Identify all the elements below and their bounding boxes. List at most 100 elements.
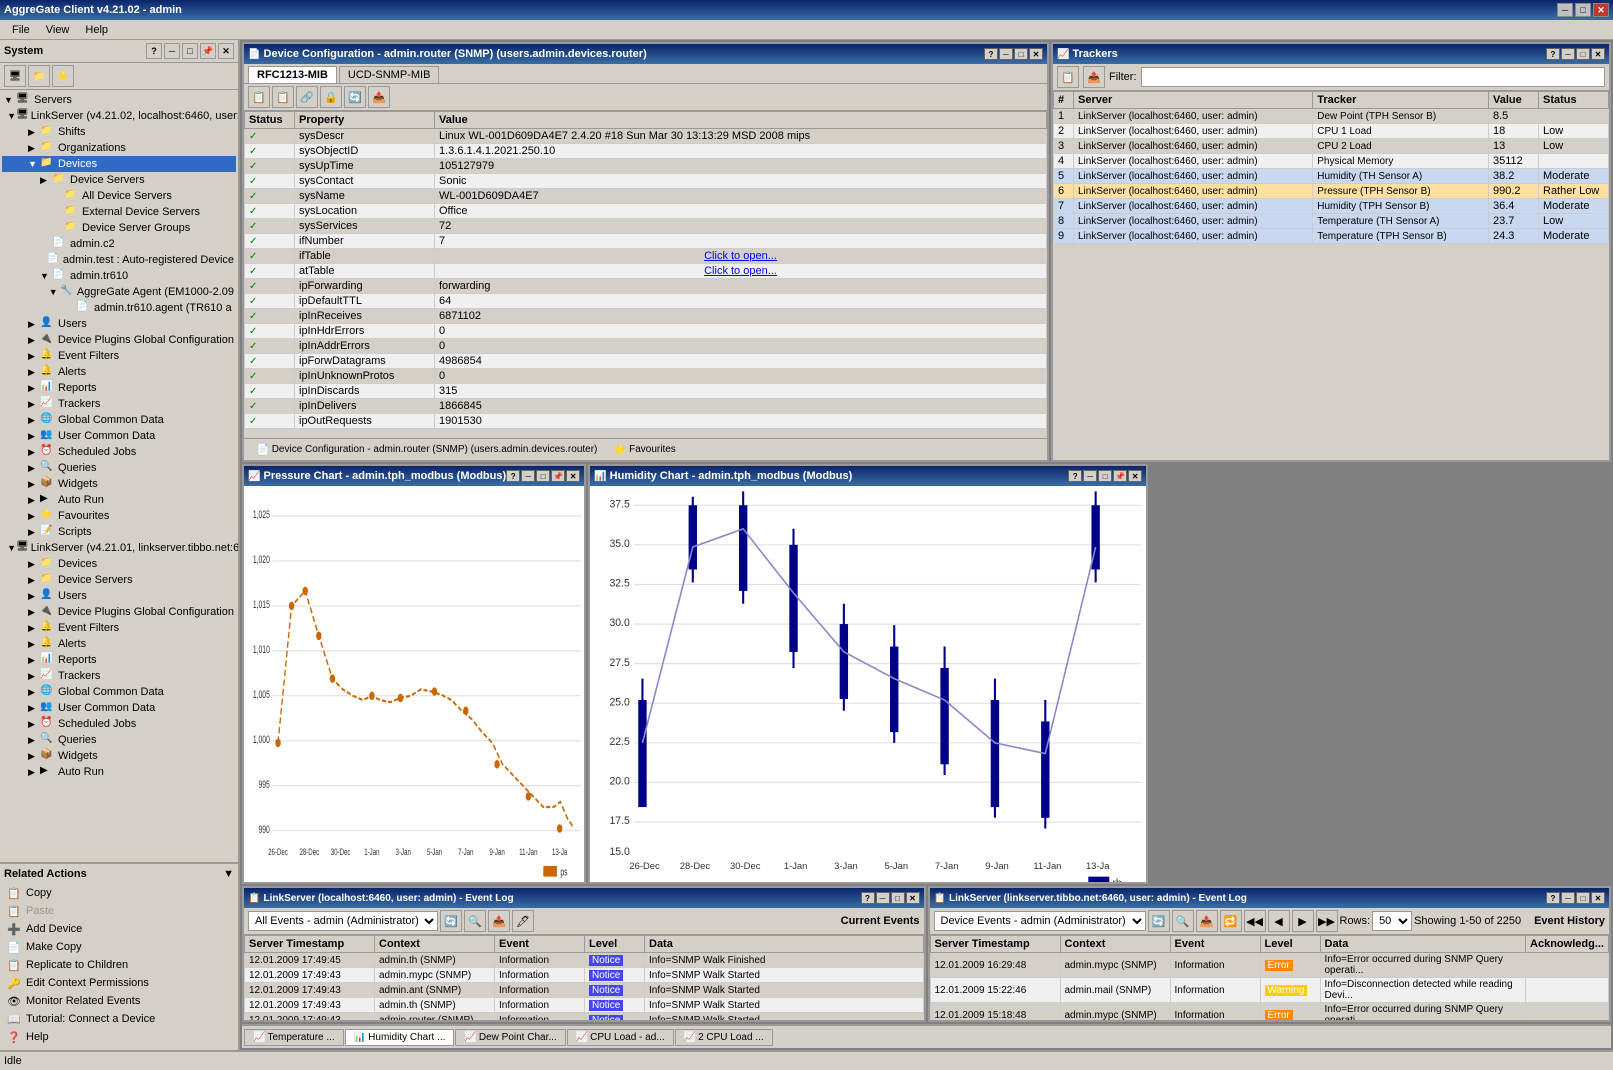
el-refresh-btn[interactable]: 🔄 xyxy=(440,910,462,932)
fav-favourites[interactable]: ⭐ Favourites xyxy=(605,441,683,458)
tree-item[interactable]: ▼📁Devices xyxy=(2,156,236,172)
tree-item[interactable]: 📄admin.c2 xyxy=(2,236,236,252)
tree-item[interactable]: ▶🔌Device Plugins Global Configuration xyxy=(2,332,236,348)
tree-item[interactable]: ▶📊Reports xyxy=(2,652,236,668)
menu-file[interactable]: File xyxy=(4,22,38,38)
tree-item[interactable]: ▼📄admin.tr610 xyxy=(2,268,236,284)
table-row[interactable]: 12.01.2009 17:49:43 admin.mypc (SNMP) In… xyxy=(245,968,924,983)
tree-item[interactable]: ▶🔔Event Filters xyxy=(2,348,236,364)
elh-back-btn[interactable]: ◀ xyxy=(1268,910,1290,932)
table-row[interactable]: ✓ sysDescr Linux WL-001D609DA4E7 2.4.20 … xyxy=(245,129,1047,144)
tree-item[interactable]: ▶👤Users xyxy=(2,588,236,604)
table-row[interactable]: ✓ ifNumber 7 xyxy=(245,234,1047,249)
table-row[interactable]: ✓ ipForwarding forwarding xyxy=(245,279,1047,294)
tree-btn-3[interactable]: ⭐ xyxy=(52,65,74,87)
close-panel-icon[interactable]: ✕ xyxy=(218,43,234,59)
close-button[interactable]: ✕ xyxy=(1593,3,1609,17)
fav-device-config[interactable]: 📄 Device Configuration - admin.router (S… xyxy=(248,441,605,458)
hc-max-btn[interactable]: □ xyxy=(1098,470,1112,482)
tree-item[interactable]: ▶👥User Common Data xyxy=(2,428,236,444)
tree-item[interactable]: ▶📁Devices xyxy=(2,556,236,572)
tree-item[interactable]: ▼🔧AggreGate Agent (EM1000-2.09 xyxy=(2,284,236,300)
table-row[interactable]: 12.01.2009 17:49:43 admin.router (SNMP) … xyxy=(245,1013,924,1021)
minimize-button[interactable]: ─ xyxy=(1557,3,1573,17)
tree-item[interactable]: ▼🖥LinkServer (v4.21.02, localhost:6460, … xyxy=(2,108,236,124)
tree-container[interactable]: ▼🖥Servers ▼🖥LinkServer (v4.21.02, localh… xyxy=(0,90,238,862)
action-item[interactable]: ❓Help xyxy=(4,1028,234,1046)
tree-btn-1[interactable]: 🖥 xyxy=(4,65,26,87)
elh-help-btn[interactable]: ? xyxy=(1546,892,1560,904)
action-item[interactable]: 📋Paste xyxy=(4,902,234,920)
table-row[interactable]: 3 LinkServer (localhost:6460, user: admi… xyxy=(1054,139,1609,154)
tr-tb-1[interactable]: 📋 xyxy=(1057,66,1079,88)
elc-close-btn[interactable]: ✕ xyxy=(906,892,920,904)
tree-item[interactable]: ▶▶Auto Run xyxy=(2,764,236,780)
table-row[interactable]: 12.01.2009 15:22:46 admin.mail (SNMP) In… xyxy=(930,978,1609,1003)
table-row[interactable]: ✓ ipForwDatagrams 4986854 xyxy=(245,354,1047,369)
table-row[interactable]: ✓ sysContact Sonic xyxy=(245,174,1047,189)
table-row[interactable]: 1 LinkServer (localhost:6460, user: admi… xyxy=(1054,109,1609,124)
filter-input[interactable] xyxy=(1141,67,1606,87)
tree-item[interactable]: ▶👥User Common Data xyxy=(2,700,236,716)
dc-tb-refresh[interactable]: 🔄 xyxy=(344,86,366,108)
elh-export-btn[interactable]: 📤 xyxy=(1196,910,1218,932)
tr-tb-2[interactable]: 📤 xyxy=(1083,66,1105,88)
bottom-tab-humidity[interactable]: 📊 Humidity Chart ... xyxy=(345,1029,455,1046)
tree-item[interactable]: ▶⭐Favourites xyxy=(2,508,236,524)
action-item[interactable]: 📋Copy xyxy=(4,884,234,902)
elh-min-btn[interactable]: ─ xyxy=(1561,892,1575,904)
tree-item[interactable]: ▶🔔Alerts xyxy=(2,364,236,380)
action-item[interactable]: 📄Make Copy xyxy=(4,938,234,956)
bottom-tab-temperature[interactable]: 📈 Temperature ... xyxy=(244,1029,344,1046)
dc-max-btn[interactable]: □ xyxy=(1014,48,1028,60)
table-row[interactable]: ✓ sysServices 72 xyxy=(245,219,1047,234)
tree-item[interactable]: ▶📁Shifts xyxy=(2,124,236,140)
pc-pin-btn[interactable]: 📌 xyxy=(551,470,565,482)
help-icon[interactable]: ? xyxy=(146,43,162,59)
value-cell[interactable]: Click to open... xyxy=(435,249,1047,264)
table-row[interactable]: ✓ ipDefaultTTL 64 xyxy=(245,294,1047,309)
tree-btn-2[interactable]: 📁 xyxy=(28,65,50,87)
pc-max-btn[interactable]: □ xyxy=(536,470,550,482)
event-log-history-table[interactable]: Server Timestamp Context Event Level Dat… xyxy=(930,935,1610,1020)
elc-min-btn[interactable]: ─ xyxy=(876,892,890,904)
action-item[interactable]: 📋Replicate to Children xyxy=(4,956,234,974)
elc-max-btn[interactable]: □ xyxy=(891,892,905,904)
tree-item[interactable]: ▶📁Device Servers xyxy=(2,572,236,588)
tree-item[interactable]: ▶📝Scripts xyxy=(2,524,236,540)
table-row[interactable]: ✓ ipInUnknownProtos 0 xyxy=(245,369,1047,384)
tree-item[interactable]: ▶🔔Alerts xyxy=(2,636,236,652)
dc-tb-copy[interactable]: 📋 xyxy=(248,86,270,108)
elh-prev-btn[interactable]: ◀◀ xyxy=(1244,910,1266,932)
pin-panel-icon[interactable]: 📌 xyxy=(200,43,216,59)
table-row[interactable]: ✓ ifTable Click to open... xyxy=(245,249,1047,264)
menu-help[interactable]: Help xyxy=(77,22,116,38)
value-cell[interactable]: Click to open... xyxy=(435,264,1047,279)
tree-item[interactable]: ▶📈Trackers xyxy=(2,668,236,684)
elh-fwd-btn[interactable]: ▶ xyxy=(1292,910,1314,932)
table-row[interactable]: 12.01.2009 17:49:43 admin.ant (SNMP) Inf… xyxy=(245,983,924,998)
tree-item[interactable]: ▼🖥LinkServer (v4.21.01, linkserver.tibbo… xyxy=(2,540,236,556)
event-log-current-table[interactable]: Server Timestamp Context Event Level Dat… xyxy=(244,935,924,1020)
pc-help-btn[interactable]: ? xyxy=(506,470,520,482)
table-row[interactable]: ✓ ipInDelivers 1866845 xyxy=(245,399,1047,414)
tree-item[interactable]: ▶🌐Global Common Data xyxy=(2,412,236,428)
rows-select[interactable]: 50 xyxy=(1372,911,1412,931)
tab-rfc1213[interactable]: RFC1213-MIB xyxy=(248,66,337,83)
hc-help-btn[interactable]: ? xyxy=(1068,470,1082,482)
hc-close-btn[interactable]: ✕ xyxy=(1128,470,1142,482)
table-row[interactable]: 12.01.2009 17:49:43 admin.th (SNMP) Info… xyxy=(245,998,924,1013)
dc-tb-export[interactable]: 📤 xyxy=(368,86,390,108)
table-row[interactable]: ✓ sysName WL-001D609DA4E7 xyxy=(245,189,1047,204)
table-row[interactable]: 8 LinkServer (localhost:6460, user: admi… xyxy=(1054,214,1609,229)
tree-item[interactable]: ▶📈Trackers xyxy=(2,396,236,412)
elh-next-btn[interactable]: ▶▶ xyxy=(1316,910,1338,932)
related-actions-collapse[interactable]: ▼ xyxy=(223,868,234,880)
dc-min-btn[interactable]: ─ xyxy=(999,48,1013,60)
event-history-filter-dropdown[interactable]: Device Events - admin (Administrator) xyxy=(934,911,1146,931)
dc-close-btn[interactable]: ✕ xyxy=(1029,48,1043,60)
tree-item[interactable]: ▶🔍Queries xyxy=(2,732,236,748)
tree-item[interactable]: ▶📦Widgets xyxy=(2,748,236,764)
menu-view[interactable]: View xyxy=(38,22,78,38)
tree-item[interactable]: ▶⏰Scheduled Jobs xyxy=(2,444,236,460)
